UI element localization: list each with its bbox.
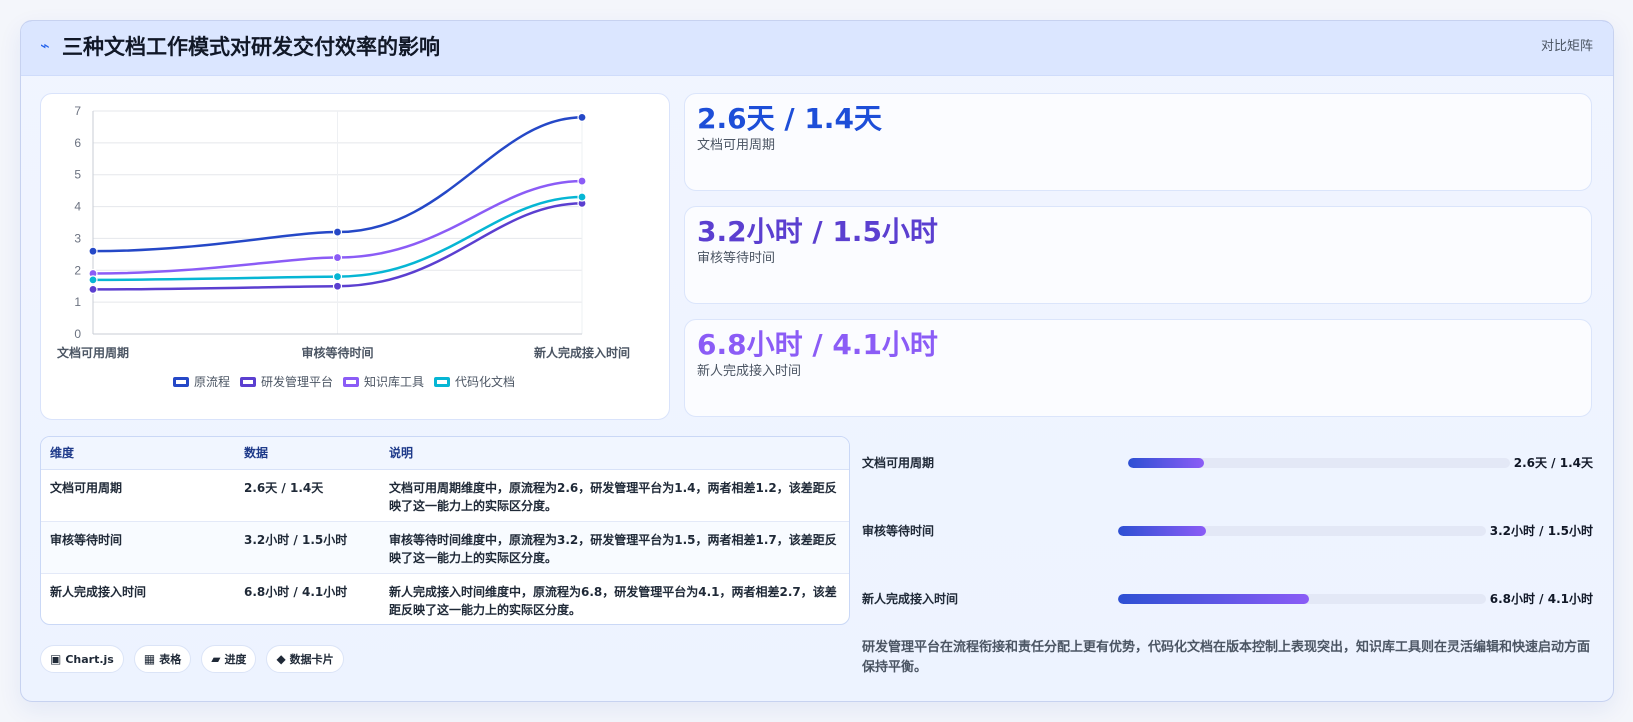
- progress-value: 6.8小时 / 4.1小时: [1489, 592, 1593, 606]
- progress-value: 3.2小时 / 1.5小时: [1489, 524, 1593, 538]
- y-tick-label: 2: [74, 263, 81, 277]
- chip-table[interactable]: ▦ 表格: [133, 645, 192, 673]
- legend-swatch: [434, 376, 451, 387]
- data-point: [577, 176, 587, 186]
- table-cell-dimension: 文档可用周期: [41, 469, 235, 522]
- y-tick-label: 5: [74, 168, 81, 182]
- tech-chips: ▣ Chart.js ▦ 表格 ▰ 进度 ◆ 数据卡片: [40, 645, 344, 673]
- progress-row: 文档可用周期 2.6天 / 1.4天: [862, 451, 1593, 475]
- header-tag: 对比矩阵: [1540, 39, 1593, 54]
- progress-label: 文档可用周期: [862, 456, 935, 470]
- progress-fill: [1118, 594, 1310, 604]
- kpi-label: 文档可用周期: [697, 138, 776, 153]
- table-cell-data: 6.8小时 / 4.1小时: [244, 584, 348, 599]
- chip-progress[interactable]: ▰ 进度: [201, 645, 257, 673]
- legend-item[interactable]: 知识库工具: [343, 373, 424, 390]
- chip-chart[interactable]: ▣ Chart.js: [40, 645, 124, 673]
- legend-item[interactable]: 原流程: [173, 373, 230, 390]
- kpi-card-2: 3.2小时 / 1.5小时 审核等待时间: [684, 206, 1592, 304]
- table-header-row: 维度 数据 说明: [41, 437, 849, 470]
- y-tick-label: 1: [74, 295, 81, 309]
- y-tick-label: 6: [74, 136, 81, 150]
- table-row: 审核等待时间 3.2小时 / 1.5小时 审核等待时间维度中，原流程为3.2，研…: [41, 521, 849, 574]
- legend-label: 原流程: [194, 375, 231, 389]
- chart-icon: ▣: [50, 652, 62, 666]
- progress-icon: ▰: [211, 652, 221, 666]
- x-tick-label: 新人完成接入时间: [534, 345, 630, 360]
- table-header-data: 数据: [235, 437, 380, 470]
- main-card: ⌁ 三种文档工作模式对研发交付效率的影响 对比矩阵 0 1 2 3 4 5 6 7 文档可用周期…: [20, 20, 1614, 702]
- chip-label: 进度: [224, 653, 247, 666]
- comparison-table: 维度 数据 说明 文档可用周期 2.6天 / 1.4天 文档可用周期维度中，原流…: [40, 436, 850, 625]
- y-tick-label: 0: [74, 327, 81, 341]
- progress-label: 新人完成接入时间: [862, 592, 959, 606]
- table-row: 文档可用周期 2.6天 / 1.4天 文档可用周期维度中，原流程为2.6，研发管…: [41, 469, 849, 522]
- chip-label: Chart.js: [65, 652, 114, 666]
- legend-label: 研发管理平台: [261, 375, 334, 389]
- table-cell-description: 审核等待时间维度中，原流程为3.2，研发管理平台为1.5，两者相差1.7，该差距…: [380, 521, 849, 574]
- y-tick-label: 7: [74, 104, 81, 118]
- progress-row: 新人完成接入时间 6.8小时 / 4.1小时: [862, 587, 1593, 611]
- data-point: [88, 246, 98, 256]
- table-cell-dimension: 审核等待时间: [41, 521, 235, 574]
- data-point: [332, 252, 343, 263]
- chip-data-card[interactable]: ◆ 数据卡片: [266, 645, 344, 673]
- progress-track: [1128, 458, 1510, 468]
- data-point: [577, 192, 587, 202]
- x-tick-label: 审核等待时间: [301, 345, 373, 360]
- kpi-value: 6.8小时 / 4.1小时: [697, 328, 938, 361]
- data-point: [88, 284, 98, 294]
- data-point: [332, 281, 343, 291]
- table-cell-description: 新人完成接入时间维度中，原流程为6.8，研发管理平台为4.1，两者相差2.7，该…: [389, 584, 837, 617]
- progress-row: 审核等待时间 3.2小时 / 1.5小时: [862, 519, 1593, 543]
- legend-label: 知识库工具: [364, 375, 425, 389]
- legend-swatch: [240, 376, 257, 387]
- kpi-value: 3.2小时 / 1.5小时: [697, 215, 938, 248]
- progress-value: 2.6天 / 1.4天: [1513, 456, 1593, 470]
- page-title: 三种文档工作模式对研发交付效率的影响: [62, 35, 440, 59]
- table-header-description: 说明: [380, 437, 849, 470]
- progress-fill: [1118, 526, 1207, 536]
- progress-track: [1118, 594, 1486, 604]
- progress-fill: [1128, 458, 1205, 468]
- table-cell-data: 2.6天 / 1.4天: [235, 469, 380, 522]
- kpi-value: 2.6天 / 1.4天: [697, 102, 882, 135]
- legend-item[interactable]: 研发管理平台: [240, 373, 333, 390]
- y-tick-label: 3: [74, 231, 81, 245]
- table-icon: ▦: [143, 652, 156, 666]
- line-chart: 0 1 2 3 4 5 6 7 文档可用周期 审核等待时间 新人完成接入时间: [57, 104, 630, 360]
- legend-swatch: [173, 376, 189, 387]
- table: 维度 数据 说明 文档可用周期 2.6天 / 1.4天 文档可用周期维度中，原流…: [41, 437, 849, 624]
- card-icon: ◆: [276, 652, 286, 666]
- table-header-dimension: 维度: [41, 437, 235, 470]
- kpi-label: 审核等待时间: [697, 251, 776, 266]
- legend-item[interactable]: 代码化文档: [434, 373, 515, 390]
- chart-legend: 原流程 研发管理平台 知识库工具 代码化文档: [173, 373, 515, 390]
- data-point: [577, 112, 587, 122]
- x-tick-label: 文档可用周期: [57, 345, 129, 360]
- kpi-label: 新人完成接入时间: [697, 364, 802, 379]
- data-point: [332, 227, 343, 237]
- kpi-card-1: 2.6天 / 1.4天 文档可用周期: [684, 93, 1592, 191]
- table-cell-dimension: 新人完成接入时间: [50, 584, 147, 599]
- legend-label: 代码化文档: [455, 375, 516, 389]
- table-row: 新人完成接入时间 6.8小时 / 4.1小时 新人完成接入时间维度中，原流程为6…: [41, 573, 849, 624]
- progress-track: [1118, 526, 1486, 536]
- lightning-icon: ⌁: [40, 36, 50, 55]
- data-point: [88, 275, 98, 285]
- legend-swatch: [343, 376, 360, 387]
- chart-panel: 0 1 2 3 4 5 6 7 文档可用周期 审核等待时间 新人完成接入时间 原流程 研发管理平台 知识…: [40, 93, 670, 420]
- data-point: [332, 272, 343, 282]
- kpi-card-3: 6.8小时 / 4.1小时 新人完成接入时间: [684, 319, 1592, 417]
- table-cell-data: 3.2小时 / 1.5小时: [235, 521, 380, 574]
- chip-label: 数据卡片: [289, 653, 334, 666]
- table-cell-description: 文档可用周期维度中，原流程为2.6，研发管理平台为1.4，两者相差1.2，该差距…: [380, 469, 849, 522]
- progress-area: 文档可用周期 2.6天 / 1.4天 审核等待时间 3.2小时 / 1.5小时 …: [862, 436, 1593, 621]
- progress-label: 审核等待时间: [862, 524, 935, 538]
- summary-text: 研发管理平台在流程衔接和责任分配上更有优势，代码化文档在版本控制上表现突出，知识…: [862, 640, 1591, 675]
- y-tick-label: 4: [74, 200, 81, 214]
- header-bar: ⌁ 三种文档工作模式对研发交付效率的影响 对比矩阵: [21, 21, 1613, 76]
- chip-label: 表格: [159, 653, 182, 666]
